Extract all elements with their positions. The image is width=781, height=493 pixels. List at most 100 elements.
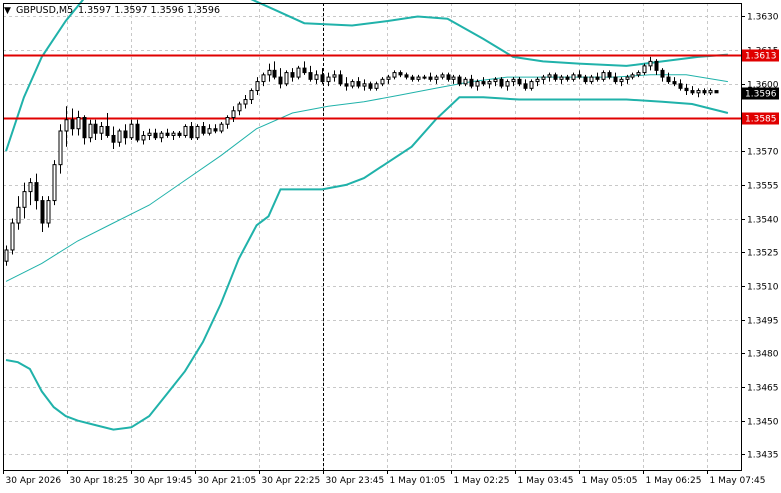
candle-body-up (392, 72, 397, 78)
candle-body-down (672, 81, 677, 85)
candle-body-up (4, 249, 9, 262)
candle-body-up (207, 128, 212, 134)
candle-body-up (440, 74, 445, 78)
candle-body-up (296, 67, 301, 78)
candle-body-up (535, 78, 540, 83)
candle-body-down (123, 130, 128, 139)
candle-body-up (267, 69, 272, 76)
x-tick-label: 30 Apr 23:45 (326, 476, 385, 486)
candle (183, 124, 188, 138)
candle-body-up (547, 74, 552, 78)
candle (284, 70, 289, 87)
candle-body-up (16, 206, 21, 224)
candle-body-down (272, 69, 277, 78)
candle-body-down (654, 60, 659, 71)
candle-body-up (434, 76, 439, 80)
current-price-label: 1.3596 (745, 90, 777, 100)
candle-body-up (117, 130, 122, 143)
candle (195, 124, 200, 140)
candle-body-up (696, 90, 701, 94)
ohlc-values: 1.3597 1.3597 1.3596 1.3596 (78, 5, 220, 16)
y-tick-label: 1.3630 (747, 13, 779, 23)
x-tick-label: 30 Apr 19:45 (134, 476, 193, 486)
candle-body-up (255, 81, 260, 92)
y-tick-label: 1.3495 (747, 317, 779, 327)
candle (714, 90, 719, 94)
candle-body-down (481, 81, 486, 85)
candle-body-up (601, 72, 606, 80)
candle (52, 160, 57, 206)
y-tick-label: 1.3540 (747, 216, 779, 226)
candle-body-up (147, 132, 152, 136)
candle-body-up (225, 117, 230, 125)
candle-body-up (487, 81, 492, 85)
candle-body-down (93, 123, 98, 134)
candle-body-up (625, 76, 630, 80)
candle-body-down (40, 200, 45, 224)
candle-body-up (374, 83, 379, 89)
price-chart[interactable]: 1.36301.36151.36001.35851.35701.35551.35… (0, 0, 781, 489)
candle-body-up (195, 125, 200, 139)
candle-body-down (135, 123, 140, 141)
candle-body-up (648, 60, 653, 67)
candle-body-down (666, 76, 671, 83)
candle-body-down (290, 72, 295, 78)
candle-body-down (595, 76, 600, 80)
candle-body-down (338, 74, 343, 85)
candle-body-up (630, 74, 635, 78)
candle-body-down (82, 117, 87, 139)
x-tick-label: 30 Apr 2026 (6, 476, 62, 486)
candle-body-down (684, 87, 689, 92)
candle-body-up (58, 130, 63, 166)
candle-body-down (398, 72, 403, 76)
candle-body-up (451, 76, 456, 80)
candle-body-down (34, 182, 39, 202)
candle (10, 218, 15, 255)
candle-body-down (189, 125, 194, 139)
x-tick-label: 30 Apr 22:25 (262, 476, 321, 486)
candle-body-up (88, 123, 93, 139)
candle-body-up (219, 123, 224, 132)
candle-body-up (326, 76, 331, 83)
candle-body-down (356, 81, 361, 87)
x-tick-label: 30 Apr 18:25 (70, 476, 129, 486)
y-tick-label: 1.3450 (747, 418, 779, 428)
candle-body-up (261, 74, 266, 83)
candle-body-down (499, 78, 504, 87)
candle-body-up (541, 76, 546, 80)
candle-body-down (553, 74, 558, 80)
candle-body-up (129, 123, 134, 139)
candle-body-up (243, 99, 248, 105)
candle-body-down (577, 74, 582, 78)
candle-body-up (493, 78, 498, 83)
candle-body-down (660, 69, 665, 78)
chart-window[interactable]: 1.36301.36151.36001.35851.35701.35551.35… (0, 0, 781, 489)
candle-body-up (99, 125, 104, 134)
candle-body-down (702, 90, 707, 94)
candle-body-up (529, 81, 534, 89)
candle-body-up (46, 200, 51, 224)
candle-body-up (505, 81, 510, 87)
candle-body-up (416, 76, 421, 80)
candle-body-down (105, 125, 110, 136)
level-price-label: 1.3585 (745, 115, 777, 125)
candle-body-up (559, 76, 564, 80)
candle-body-up (636, 72, 641, 76)
candle-body-down (613, 76, 618, 83)
candle-body-down (410, 76, 415, 80)
x-tick-label: 1 May 05:05 (582, 476, 638, 486)
candle-body-down (404, 74, 409, 78)
candle-body-up (589, 76, 594, 83)
candle-body-up (422, 76, 427, 79)
candle-body-up (231, 110, 236, 119)
candle-body-up (350, 81, 355, 87)
candle (296, 65, 301, 80)
candle-body-up (463, 78, 468, 85)
header-icon: ▼ (4, 6, 11, 16)
candle-body-down (469, 78, 474, 87)
candle-body-down (153, 132, 158, 139)
y-tick-label: 1.3570 (747, 148, 779, 158)
candle-body-down (714, 90, 719, 94)
y-tick-label: 1.3555 (747, 182, 779, 192)
candle-body-up (332, 74, 337, 78)
